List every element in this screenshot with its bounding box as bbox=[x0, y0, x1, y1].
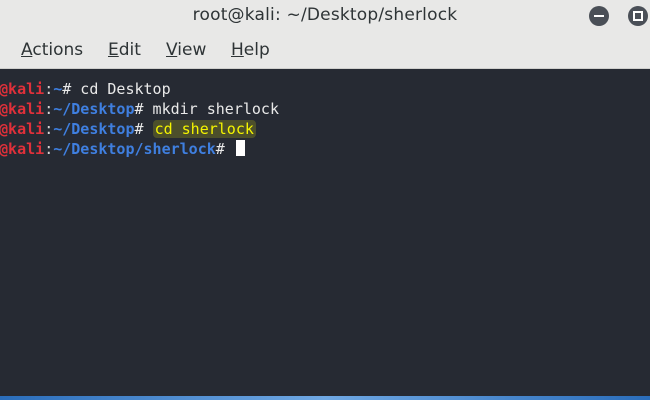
command-prefix: # bbox=[134, 120, 153, 138]
menu-actions-label: ctions bbox=[32, 40, 84, 60]
prompt-path: ~/Desktop bbox=[53, 120, 135, 138]
prompt-separator: : bbox=[44, 100, 54, 118]
maximize-icon[interactable] bbox=[628, 6, 648, 26]
prompt-user: t@kali bbox=[0, 80, 45, 98]
prompt-path: ~ bbox=[53, 80, 63, 98]
prompt-user: t@kali bbox=[0, 140, 45, 158]
prompt-separator: : bbox=[44, 140, 54, 158]
prompt-user: t@kali bbox=[0, 100, 45, 118]
menu-edit-mnemonic: E bbox=[108, 40, 119, 60]
prompt-user: t@kali bbox=[0, 120, 45, 138]
menu-edit[interactable]: Edit bbox=[108, 40, 141, 60]
command-text: # mkdir sherlock bbox=[134, 100, 280, 118]
terminal-output[interactable]: t@kali:~# cd Desktop t@kali:~/Desktop# m… bbox=[0, 69, 650, 400]
terminal-line: t@kali:~/Desktop# mkdir sherlock bbox=[0, 99, 279, 119]
command-text: # cd Desktop bbox=[62, 80, 171, 98]
menu-help-label: elp bbox=[243, 40, 270, 60]
menu-help[interactable]: Help bbox=[231, 40, 270, 60]
text-cursor bbox=[235, 140, 245, 156]
terminal-line: t@kali:~/Desktop# cd sherlock bbox=[0, 119, 256, 139]
window-title: root@kali: ~/Desktop/sherlock bbox=[192, 5, 458, 25]
menu-view-mnemonic: V bbox=[166, 40, 178, 60]
prompt-path: ~/Desktop bbox=[53, 100, 135, 118]
terminal-line: t@kali:~# cd Desktop bbox=[0, 79, 171, 99]
menu-view[interactable]: View bbox=[166, 40, 206, 60]
terminal-window: root@kali: ~/Desktop/sherlock Actions Ed… bbox=[0, 0, 650, 400]
menu-edit-label: dit bbox=[118, 40, 141, 60]
menu-help-mnemonic: H bbox=[231, 40, 244, 60]
prompt-path: ~/Desktop/sherlock bbox=[53, 140, 216, 158]
title-bar[interactable]: root@kali: ~/Desktop/sherlock bbox=[0, 0, 650, 32]
prompt-separator: : bbox=[44, 120, 54, 138]
prompt-separator: : bbox=[44, 80, 54, 98]
menu-view-label: iew bbox=[177, 40, 207, 60]
menu-actions-mnemonic: A bbox=[21, 40, 33, 60]
terminal-line: t@kali:~/Desktop/sherlock# bbox=[0, 139, 245, 159]
desktop-edge bbox=[0, 396, 650, 400]
highlighted-command: cd sherlock bbox=[152, 120, 256, 138]
menu-bar: Actions Edit View Help bbox=[0, 32, 650, 69]
command-text: # bbox=[215, 140, 234, 158]
minimize-icon[interactable] bbox=[589, 6, 609, 26]
menu-actions[interactable]: Actions bbox=[21, 40, 83, 60]
